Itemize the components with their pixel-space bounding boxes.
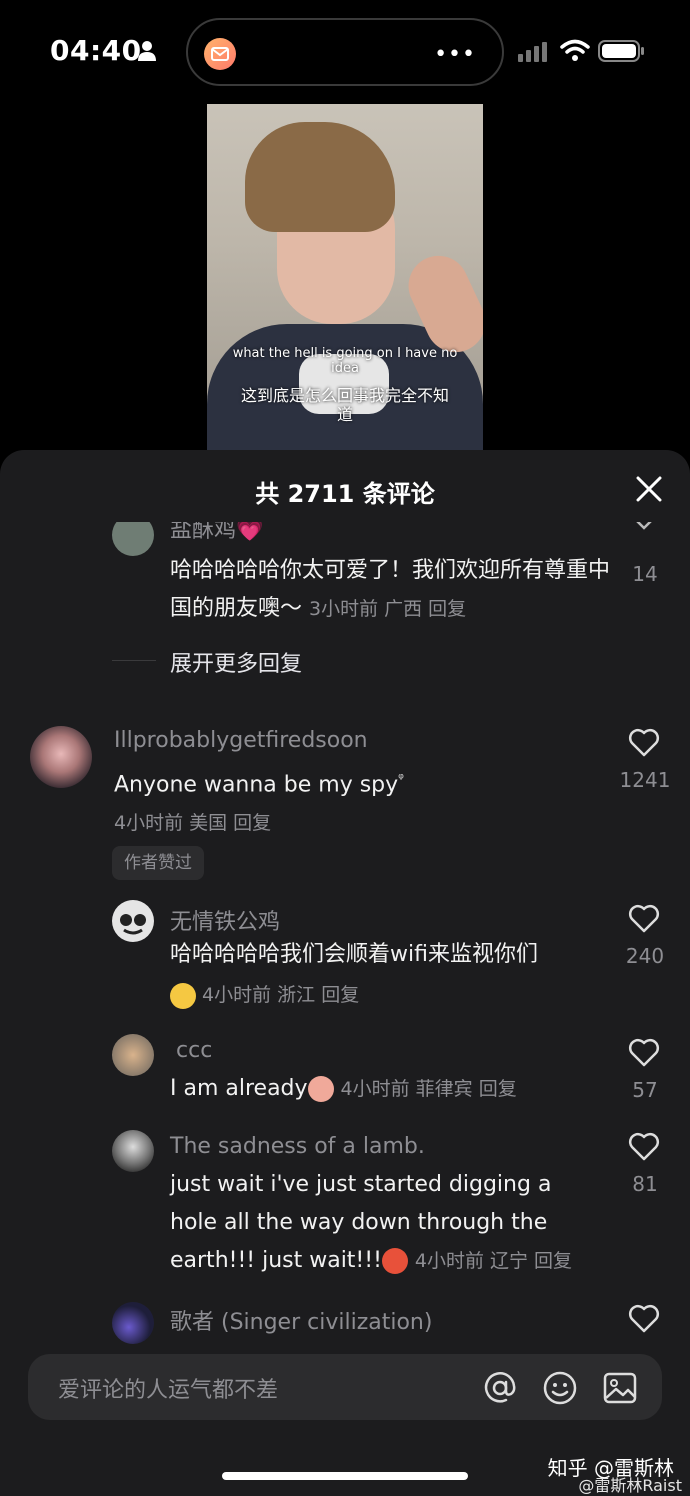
comment-meta[interactable]: 4小时前 浙江 回复 <box>170 980 359 1009</box>
comment-text-line: just wait i've just started digging a <box>170 1172 552 1197</box>
comment-list[interactable]: 盐酥鸡💗 哈哈哈哈哈你太可爱了！我们欢迎所有尊重中国的朋友噢～ 3小时前 广西 … <box>0 522 690 1346</box>
signal-icon <box>518 42 547 62</box>
avatar[interactable] <box>112 1034 154 1076</box>
comment-text-body: Anyone wanna be my spy <box>114 772 399 798</box>
heart-icon[interactable] <box>628 904 660 934</box>
comment-text: 哈哈哈哈哈你太可爱了！我们欢迎所有尊重中国的朋友噢～ 3小时前 广西 回复 <box>170 552 610 628</box>
comment-input[interactable]: 爱评论的人运气都不差 <box>28 1354 662 1420</box>
heart-icon[interactable] <box>628 1038 660 1068</box>
person-icon <box>138 41 156 61</box>
heart-icon[interactable] <box>628 1132 660 1162</box>
comment-author[interactable]: ccc <box>176 1038 212 1063</box>
comment-meta[interactable]: 4小时前 辽宁 回复 <box>415 1250 572 1272</box>
dynamic-island[interactable]: ••• <box>186 18 504 86</box>
battery-icon <box>598 40 644 62</box>
crying-emoji-icon <box>170 982 196 1009</box>
image-icon[interactable] <box>602 1370 638 1406</box>
avatar[interactable] <box>112 522 154 556</box>
comment-meta[interactable]: 4小时前 菲律宾 回复 <box>341 1078 517 1100</box>
comment-author[interactable]: Illprobablygetfiredsoon <box>114 728 368 753</box>
like-count: 240 <box>625 944 665 968</box>
devil-emoji-icon <box>381 1248 408 1274</box>
avatar[interactable] <box>30 726 92 788</box>
comment-meta-text[interactable]: 4小时前 浙江 回复 <box>202 984 359 1006</box>
close-icon[interactable] <box>636 476 662 502</box>
search-icon[interactable]: ᵠ <box>398 771 404 787</box>
heart-icon[interactable] <box>628 1304 660 1334</box>
comment-meta[interactable]: 4小时前 美国 回复 <box>114 808 271 835</box>
video-player[interactable]: what the hell is going on I have no idea… <box>207 104 483 450</box>
home-indicator[interactable] <box>222 1472 468 1480</box>
avatar[interactable] <box>112 900 154 942</box>
comment-meta[interactable]: 3小时前 广西 回复 <box>309 598 466 620</box>
avatar[interactable] <box>112 1130 154 1172</box>
heart-icon[interactable] <box>628 522 660 540</box>
expand-more-replies[interactable]: 展开更多回复 <box>170 646 302 678</box>
wifi-icon <box>560 39 590 61</box>
at-mention-icon[interactable] <box>482 1370 518 1406</box>
comment-author[interactable]: 歌者 (Singer civilization) <box>170 1304 432 1336</box>
status-time: 04:40 <box>50 34 142 67</box>
comment-text: earth!!! just wait!!! 4小时前 辽宁 回复 <box>170 1242 630 1280</box>
like-count: 81 <box>632 1172 658 1196</box>
comment-text: I am already 4小时前 菲律宾 回复 <box>170 1070 610 1108</box>
comment-count-title: 共 2711 条评论 <box>255 480 435 508</box>
face-emoji-icon <box>307 1076 334 1102</box>
video-subtitle-english: what the hell is going on I have no idea <box>232 346 458 376</box>
like-count: 57 <box>632 1078 658 1102</box>
like-count: 1241 <box>619 768 671 792</box>
comment-text-line: hole all the way down through the <box>170 1210 548 1235</box>
avatar[interactable] <box>112 1302 154 1344</box>
emoji-icon[interactable] <box>542 1370 578 1406</box>
comment-text-body: 哈哈哈哈哈我们会顺着wifi来监视你们 <box>170 942 538 967</box>
video-figure-hair <box>245 122 395 232</box>
video-subtitle-chinese: 这到底是怎么回事我完全不知道 <box>240 386 449 424</box>
comment-input-placeholder[interactable]: 爱评论的人运气都不差 <box>58 1372 278 1404</box>
comment-author[interactable]: The sadness of a lamb. <box>170 1134 425 1159</box>
more-dots-icon[interactable]: ••• <box>434 42 476 67</box>
comment-text-body: I am already <box>170 1076 308 1101</box>
like-count: 14 <box>632 562 658 586</box>
comment-sheet: 共 2711 条评论 盐酥鸡💗 哈哈哈哈哈你太可爱了！我们欢迎所有尊重中国的朋友… <box>0 450 690 1496</box>
comment-text: Anyone wanna be my spyᵠ <box>114 760 594 804</box>
expand-divider <box>112 660 156 661</box>
mail-app-icon[interactable] <box>204 38 236 70</box>
author-liked-badge: 作者赞过 <box>112 846 204 880</box>
comment-author[interactable]: 无情铁公鸡 <box>170 904 280 936</box>
status-bar: 04:40 ••• <box>0 0 690 100</box>
comment-text-line: earth!!! just wait!!! <box>170 1248 382 1273</box>
comment-author[interactable]: 盐酥鸡💗 <box>170 522 263 544</box>
watermark-weibo: @雷斯林Raist <box>578 1476 682 1495</box>
heart-icon[interactable] <box>628 728 660 758</box>
